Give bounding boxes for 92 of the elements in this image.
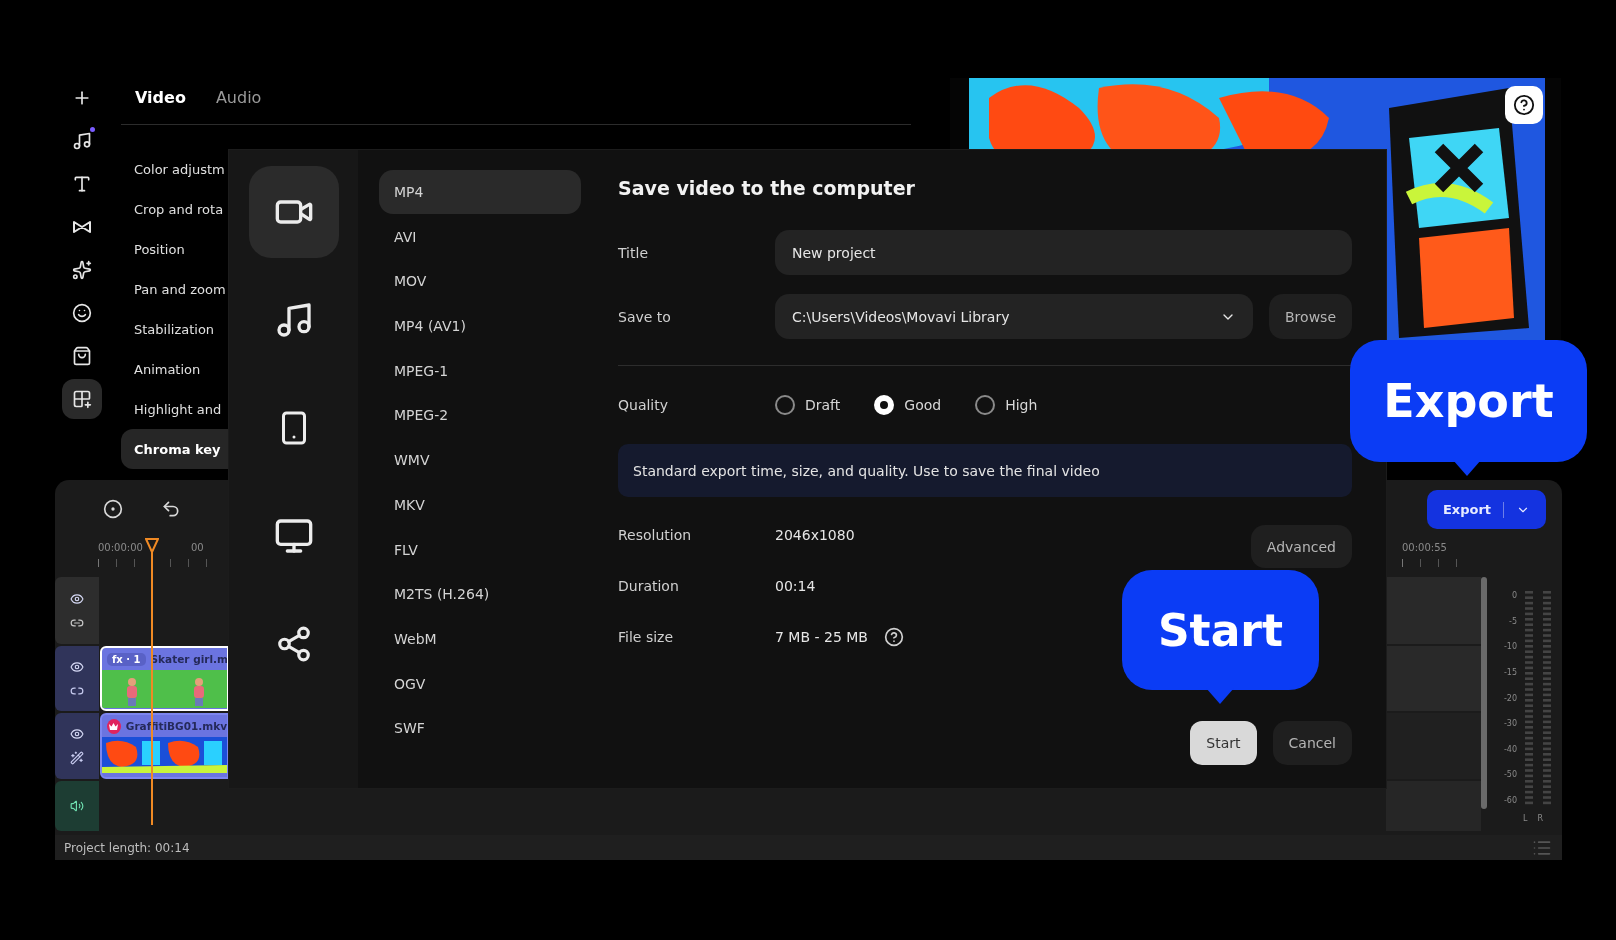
bag-icon xyxy=(72,346,92,366)
eye-icon xyxy=(70,591,84,606)
sidebar-tool-button[interactable] xyxy=(62,379,102,419)
dialog-title: Save video to the computer xyxy=(618,176,916,201)
export-button[interactable]: Export xyxy=(1427,490,1546,529)
undo-icon xyxy=(161,499,181,519)
monitor-icon xyxy=(273,516,314,556)
field-label: Title xyxy=(618,244,649,261)
crown-icon xyxy=(107,718,121,734)
meter-scale-label: -30 xyxy=(1503,719,1517,730)
format-item[interactable]: MP4 xyxy=(379,170,581,214)
meter-scale-label: -20 xyxy=(1503,693,1517,704)
meter-scale-label: -60 xyxy=(1503,796,1517,806)
time-label: 00:00:55 xyxy=(1402,542,1447,553)
radio-circle[interactable] xyxy=(975,395,996,415)
help-icon xyxy=(883,627,904,647)
title-field[interactable]: New project xyxy=(775,230,1352,275)
detail-label: File size xyxy=(618,629,675,645)
meter-scale-label: 0 xyxy=(1511,591,1517,601)
radio-label: Draft xyxy=(805,397,841,413)
tab[interactable]: Audio xyxy=(215,87,262,107)
bowtie-icon xyxy=(72,220,92,234)
format-item[interactable]: M2TS (H.264) xyxy=(379,572,581,617)
quality-radio[interactable]: Good xyxy=(874,395,942,415)
format-item[interactable]: MP4 (AV1) xyxy=(379,304,581,349)
detail-label: Duration xyxy=(618,578,680,594)
quality-radio[interactable]: High xyxy=(975,395,1038,415)
wand-icon xyxy=(70,751,84,765)
meter-scale-label: -15 xyxy=(1503,667,1517,678)
format-item[interactable]: FLV xyxy=(379,527,581,572)
field-label: Quality xyxy=(618,397,670,413)
detail-label: Resolution xyxy=(618,527,693,543)
callout-bubble: Export xyxy=(1350,340,1587,462)
radio-circle[interactable] xyxy=(775,395,795,415)
format-item[interactable]: MPEG-2 xyxy=(379,393,581,438)
format-item[interactable]: MKV xyxy=(379,482,581,527)
callout-pointer xyxy=(1206,688,1234,704)
format-item[interactable]: MPEG-1 xyxy=(379,348,581,393)
format-item[interactable]: AVI xyxy=(379,214,581,259)
help-icon xyxy=(1513,94,1535,116)
tab[interactable]: Video xyxy=(135,87,186,107)
browse-button[interactable]: Browse xyxy=(1269,294,1352,339)
eye-icon xyxy=(70,727,84,741)
sparkle-icon xyxy=(72,260,92,280)
radio-label: High xyxy=(1005,397,1038,413)
save-path-dropdown[interactable]: C:\Users\Videos\Movavi Library xyxy=(775,294,1253,339)
channel-label: L xyxy=(1523,814,1528,824)
tool-list-item[interactable]: Position xyxy=(121,229,229,269)
detail-value: 2046x1080 xyxy=(775,527,855,543)
callout-pointer xyxy=(1453,460,1481,476)
speaker-icon xyxy=(70,799,84,813)
quality-description: Standard export time, size, and quality. Use to save the final video xyxy=(618,444,1352,497)
meter-scale-label: -5 xyxy=(1509,616,1517,627)
tool-list-item[interactable]: Color adjustm xyxy=(121,149,229,189)
smiley-icon xyxy=(72,303,92,323)
text-icon xyxy=(72,174,92,194)
detail-value: 00:14 xyxy=(775,578,816,594)
meter-scale-label: -40 xyxy=(1503,744,1517,755)
format-item[interactable]: MOV xyxy=(379,259,581,304)
music-note-icon xyxy=(72,131,92,151)
advanced-button[interactable]: Advanced xyxy=(1250,525,1352,568)
grid-plus-icon xyxy=(72,389,92,409)
time-label: 00:00:00 xyxy=(98,542,143,553)
quality-radio[interactable]: Draft xyxy=(775,395,841,415)
channel-label: R xyxy=(1537,814,1544,824)
start-button[interactable]: Start xyxy=(1190,721,1257,765)
detail-value: 7 MB - 25 MB xyxy=(775,629,868,645)
tool-list-item[interactable]: Highlight and xyxy=(121,389,229,429)
radio-label: Good xyxy=(904,397,942,413)
cancel-button[interactable]: Cancel xyxy=(1272,721,1352,765)
tool-list-item[interactable]: Chroma key xyxy=(121,429,229,469)
effects-badge: fx · 1 xyxy=(107,652,146,666)
tool-list-item[interactable]: Crop and rota xyxy=(121,189,229,229)
time-label: 00 xyxy=(190,542,204,553)
tool-list-item[interactable]: Stabilization xyxy=(121,309,229,349)
eye-icon xyxy=(70,659,84,674)
tool-list-item[interactable]: Animation xyxy=(121,349,229,389)
callout-bubble: Start xyxy=(1122,570,1319,690)
format-item[interactable]: SWF xyxy=(379,706,581,751)
project-length: Project length: 00:14 xyxy=(64,840,190,855)
notification-dot xyxy=(90,127,95,132)
field-label: Save to xyxy=(618,308,672,325)
format-item[interactable]: WMV xyxy=(379,438,581,483)
category-button[interactable] xyxy=(248,166,339,258)
meter-scale-label: -50 xyxy=(1503,770,1517,781)
scrollbar[interactable] xyxy=(1481,577,1487,809)
help-button[interactable] xyxy=(1505,86,1543,124)
format-item[interactable]: OGV xyxy=(379,661,581,706)
record-icon xyxy=(103,499,123,519)
meter-scale-label: -10 xyxy=(1503,642,1517,653)
format-item[interactable]: WebM xyxy=(379,616,581,661)
tool-list-item[interactable]: Pan and zoom xyxy=(121,269,229,309)
